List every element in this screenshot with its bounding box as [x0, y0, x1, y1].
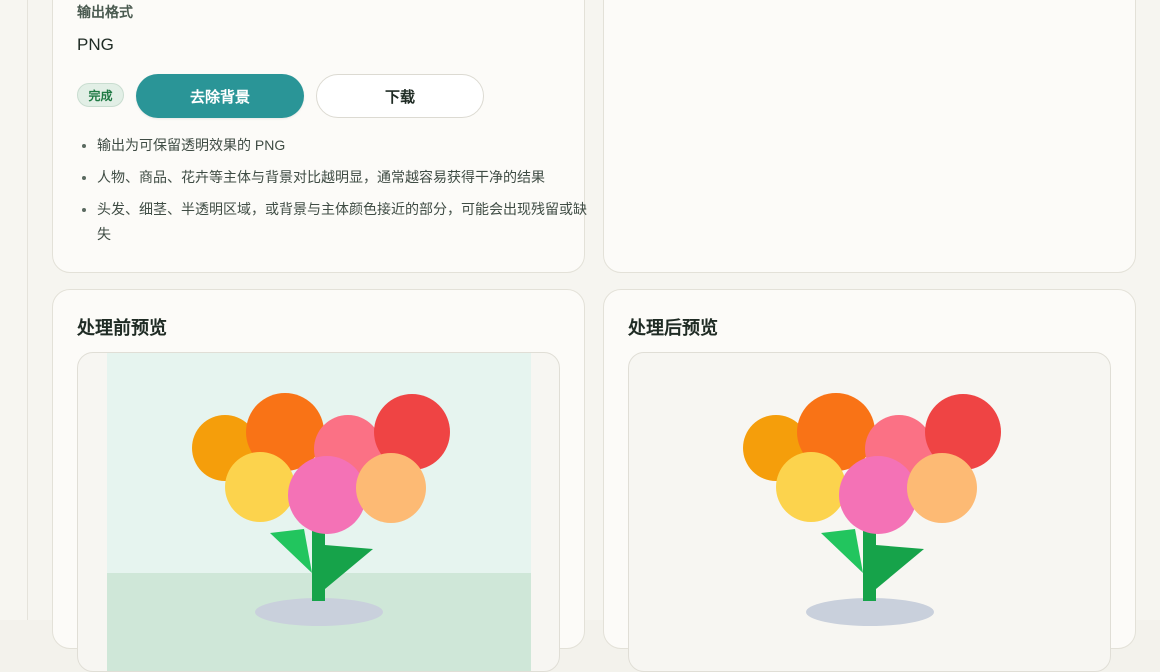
- after-preview-frame: [628, 352, 1111, 672]
- flower-head: [776, 452, 846, 522]
- notes-list: 输出为可保留透明效果的 PNG 人物、商品、花卉等主体与背景对比越明显，通常越容…: [77, 133, 587, 254]
- before-preview-card: 处理前预览: [52, 289, 585, 672]
- flower-head: [839, 456, 917, 534]
- before-preview-title: 处理前预览: [77, 318, 167, 338]
- flower-head: [907, 453, 977, 523]
- flower-head: [288, 456, 366, 534]
- stem: [312, 525, 325, 601]
- remove-background-button[interactable]: 去除背景: [136, 74, 304, 118]
- flower-head: [225, 452, 295, 522]
- note-item: 人物、商品、花卉等主体与背景对比越明显，通常越容易获得干净的结果: [97, 165, 587, 190]
- before-preview-frame: [77, 352, 560, 672]
- right-leaf: [876, 545, 924, 589]
- after-preview-card: 处理后预览: [603, 289, 1136, 672]
- flower-illustration: [743, 393, 1001, 626]
- sidebar: [0, 0, 28, 620]
- note-item: 输出为可保留透明效果的 PNG: [97, 133, 587, 158]
- before-preview-image: [107, 353, 531, 671]
- after-preview-title: 处理后预览: [628, 318, 718, 338]
- stem: [863, 525, 876, 601]
- note-item: 头发、细茎、半透明区域，或背景与主体颜色接近的部分，可能会出现残留或缺失: [97, 197, 587, 247]
- status-badge: 完成: [77, 83, 124, 107]
- after-preview-image: [743, 393, 1001, 626]
- result-panel-card: [603, 0, 1136, 273]
- left-leaf: [821, 529, 863, 573]
- download-button[interactable]: 下载: [316, 74, 484, 118]
- pot: [806, 598, 934, 626]
- pot: [255, 598, 383, 626]
- flower-head: [356, 453, 426, 523]
- output-format-label: 输出格式: [77, 4, 133, 20]
- output-format-value: PNG: [77, 35, 114, 54]
- settings-card: 输出格式 PNG 完成 去除背景 下载 输出为可保留透明效果的 PNG 人物、商…: [52, 0, 587, 273]
